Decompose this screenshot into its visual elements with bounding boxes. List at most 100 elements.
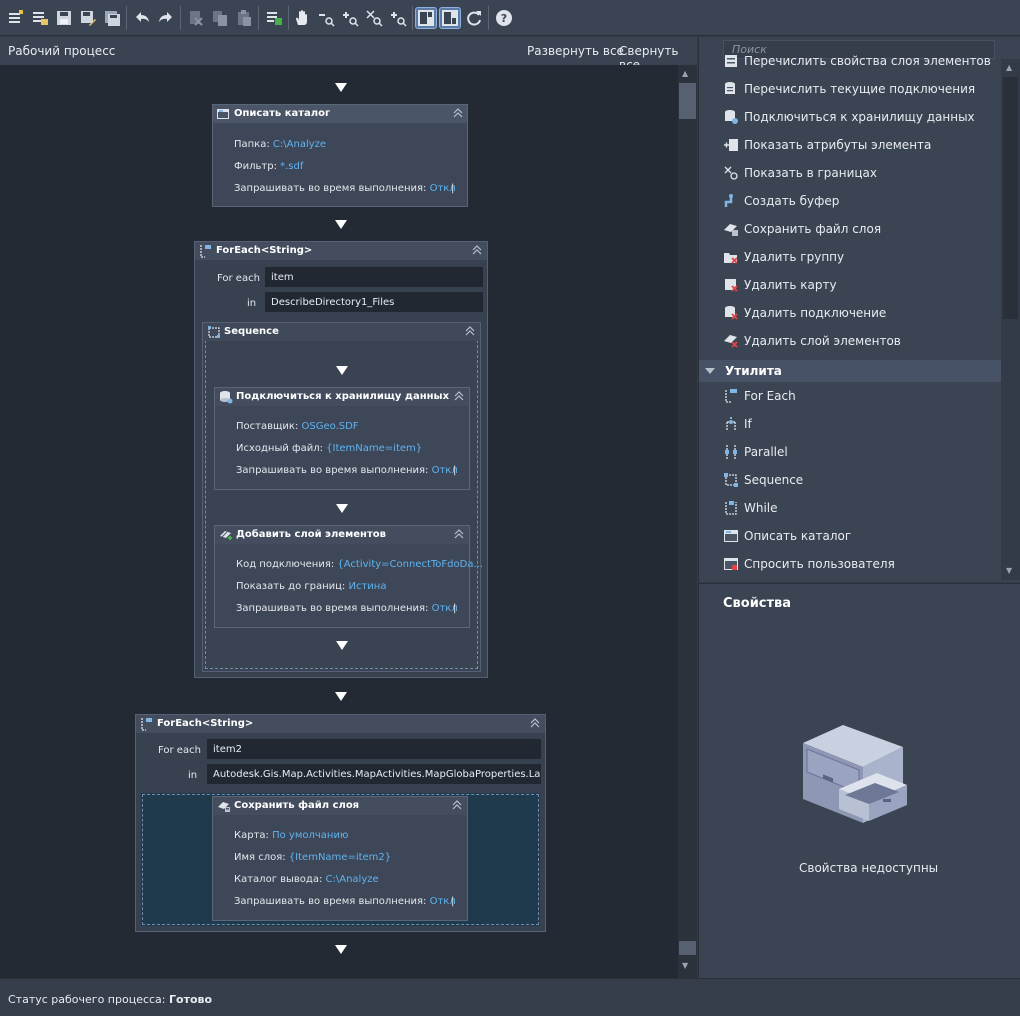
palette-item-label: For Each [744,389,796,403]
zoom-reset-icon[interactable] [388,8,408,28]
flow-arrow [335,220,347,229]
zoom-out-icon[interactable] [316,8,336,28]
scroll-down-icon[interactable]: ▼ [682,961,688,970]
for-each-input[interactable]: item2 [207,739,541,759]
drop-zone[interactable]: Сохранить файл слоя Карта: По умолчанию … [141,793,540,926]
flow-arrow [335,83,347,92]
connection-label: Код подключения: [236,559,335,570]
map-value[interactable]: По умолчанию [272,830,348,841]
scroll-up-icon[interactable]: ▲ [682,69,688,78]
layout-palette-icon[interactable] [415,7,437,29]
palette-item-label: Показать в границах [744,166,878,180]
map-row: Карта: По умолчанию [234,830,348,841]
connection-row: Код подключения: {Activity=ConnectToFdoD… [236,559,483,570]
source-value[interactable]: {ItemName=item} [326,443,422,454]
status-text: Статус рабочего процесса: Готово [8,993,212,1006]
container-header: ForEach<String> [136,715,545,733]
copy-icon[interactable] [210,8,230,28]
foreach-container-1[interactable]: ForEach<String> For each item in Describ… [194,241,488,678]
expand-all-link[interactable]: Развернуть все [527,44,624,58]
new-workflow-icon[interactable] [6,8,26,28]
save-icon[interactable] [54,8,74,28]
map-label: Карта: [234,830,269,841]
scroll-thumb[interactable] [1003,77,1018,319]
while-icon [723,500,739,516]
save-as-icon[interactable] [78,8,98,28]
activity-add-layer[interactable]: Добавить слой элементов Код подключения:… [214,525,483,628]
container-title: ForEach<String> [216,245,313,256]
collapse-icon[interactable] [454,390,464,402]
collapse-icon[interactable] [530,717,540,729]
canvas-scrollbar[interactable]: ▲ ▼ [678,65,697,978]
connection-value[interactable]: {Activity=ConnectToFdoDa... [337,559,483,570]
collapse-icon[interactable] [452,799,462,811]
provider-label: Поставщик: [236,421,299,432]
run-icon[interactable] [264,8,284,28]
sequence-container[interactable]: Sequence Подключиться к хранилищу данных [202,322,483,672]
collapse-icon[interactable] [453,107,463,119]
activity-title: Сохранить файл слоя [234,800,360,811]
help-icon[interactable]: ? [494,8,514,28]
show-attributes-icon [723,137,739,153]
activity-header: Сохранить файл слоя [213,797,467,815]
open-workflow-icon[interactable] [30,8,50,28]
in-input[interactable]: DescribeDirectory1_Files [265,292,483,312]
flow-arrow [336,641,348,650]
palette-scrollbar[interactable]: ▲ ▼ [1001,59,1020,580]
folder-row: Папка: C:\Analyze [234,139,326,150]
properties-unavailable-text: Свойства недоступны [799,861,939,875]
palette-item-label: Создать буфер [744,194,840,208]
for-each-input[interactable]: item [265,267,483,287]
pan-hand-icon[interactable] [292,8,312,28]
canvas-header: Рабочий процесс Развернуть все Свернуть … [0,37,697,72]
prompt-label: Запрашивать во время выполнения: [234,183,427,194]
divider-mark: | [453,603,457,614]
folder-value[interactable]: C:\Analyze [273,139,326,150]
save-all-icon[interactable] [102,8,122,28]
outdir-value[interactable]: C:\Analyze [326,874,379,885]
in-input[interactable]: Autodesk.Gis.Map.Activities.MapActivitie… [207,764,541,784]
zoom-in-icon[interactable] [340,8,360,28]
palette-item-label: Показать атрибуты элемента [744,138,932,152]
palette-item-label: Удалить подключение [744,306,887,320]
workflow-canvas[interactable]: Описать каталог Папка: C:\Analyze Фильтр… [0,65,678,978]
zoom-fit-icon[interactable] [364,8,384,28]
undo-icon[interactable] [132,8,152,28]
foreach-icon [723,388,739,404]
collapse-icon[interactable] [454,528,464,540]
activity-title: Добавить слой элементов [236,529,386,540]
filter-value[interactable]: *.sdf [280,161,303,172]
folder-label: Папка: [234,139,270,150]
collapse-icon[interactable] [465,325,475,337]
outdir-row: Каталог вывода: C:\Analyze [234,874,379,885]
prompt-row: Запрашивать во время выполнения: Откл [234,896,456,907]
layer-value[interactable]: {ItemName=item2} [289,852,391,863]
scroll-down-icon[interactable]: ▼ [1006,566,1012,575]
redo-icon[interactable] [156,8,176,28]
refresh-icon[interactable] [464,8,484,28]
palette-item-label: Удалить карту [744,278,837,292]
paste-icon[interactable] [234,8,254,28]
palette-item-label: Перечислить свойства слоя элементов [744,54,991,68]
layout-properties-icon[interactable] [439,7,461,29]
divider-mark: | [451,896,455,907]
provider-value[interactable]: OSGeo.SDF [302,421,359,432]
category-header[interactable]: Утилита [699,360,1001,382]
zoom-value[interactable]: Истина [349,581,387,592]
activity-save-layer[interactable]: Сохранить файл слоя Карта: По умолчанию … [212,796,468,921]
palette-item-label: Удалить группу [744,250,845,264]
divider-mark: | [453,465,457,476]
activity-connect-datastore[interactable]: Подключиться к хранилищу данных Поставщи… [214,387,470,490]
scroll-thumb[interactable] [679,83,696,119]
filter-row: Фильтр: *.sdf [234,161,303,172]
cut-icon[interactable] [186,8,206,28]
scroll-thumb-lower[interactable] [679,941,696,955]
foreach-container-2[interactable]: ForEach<String> For each item2 in Autode… [135,714,546,932]
filter-label: Фильтр: [234,161,277,172]
foreach-icon [140,717,154,731]
palette-item-label: Сохранить файл слоя [744,222,882,236]
activity-describe-directory[interactable]: Описать каталог Папка: C:\Analyze Фильтр… [212,104,468,207]
collapse-icon[interactable] [472,244,482,256]
scroll-up-icon[interactable]: ▲ [1006,63,1012,72]
divider-mark: | [451,183,455,194]
